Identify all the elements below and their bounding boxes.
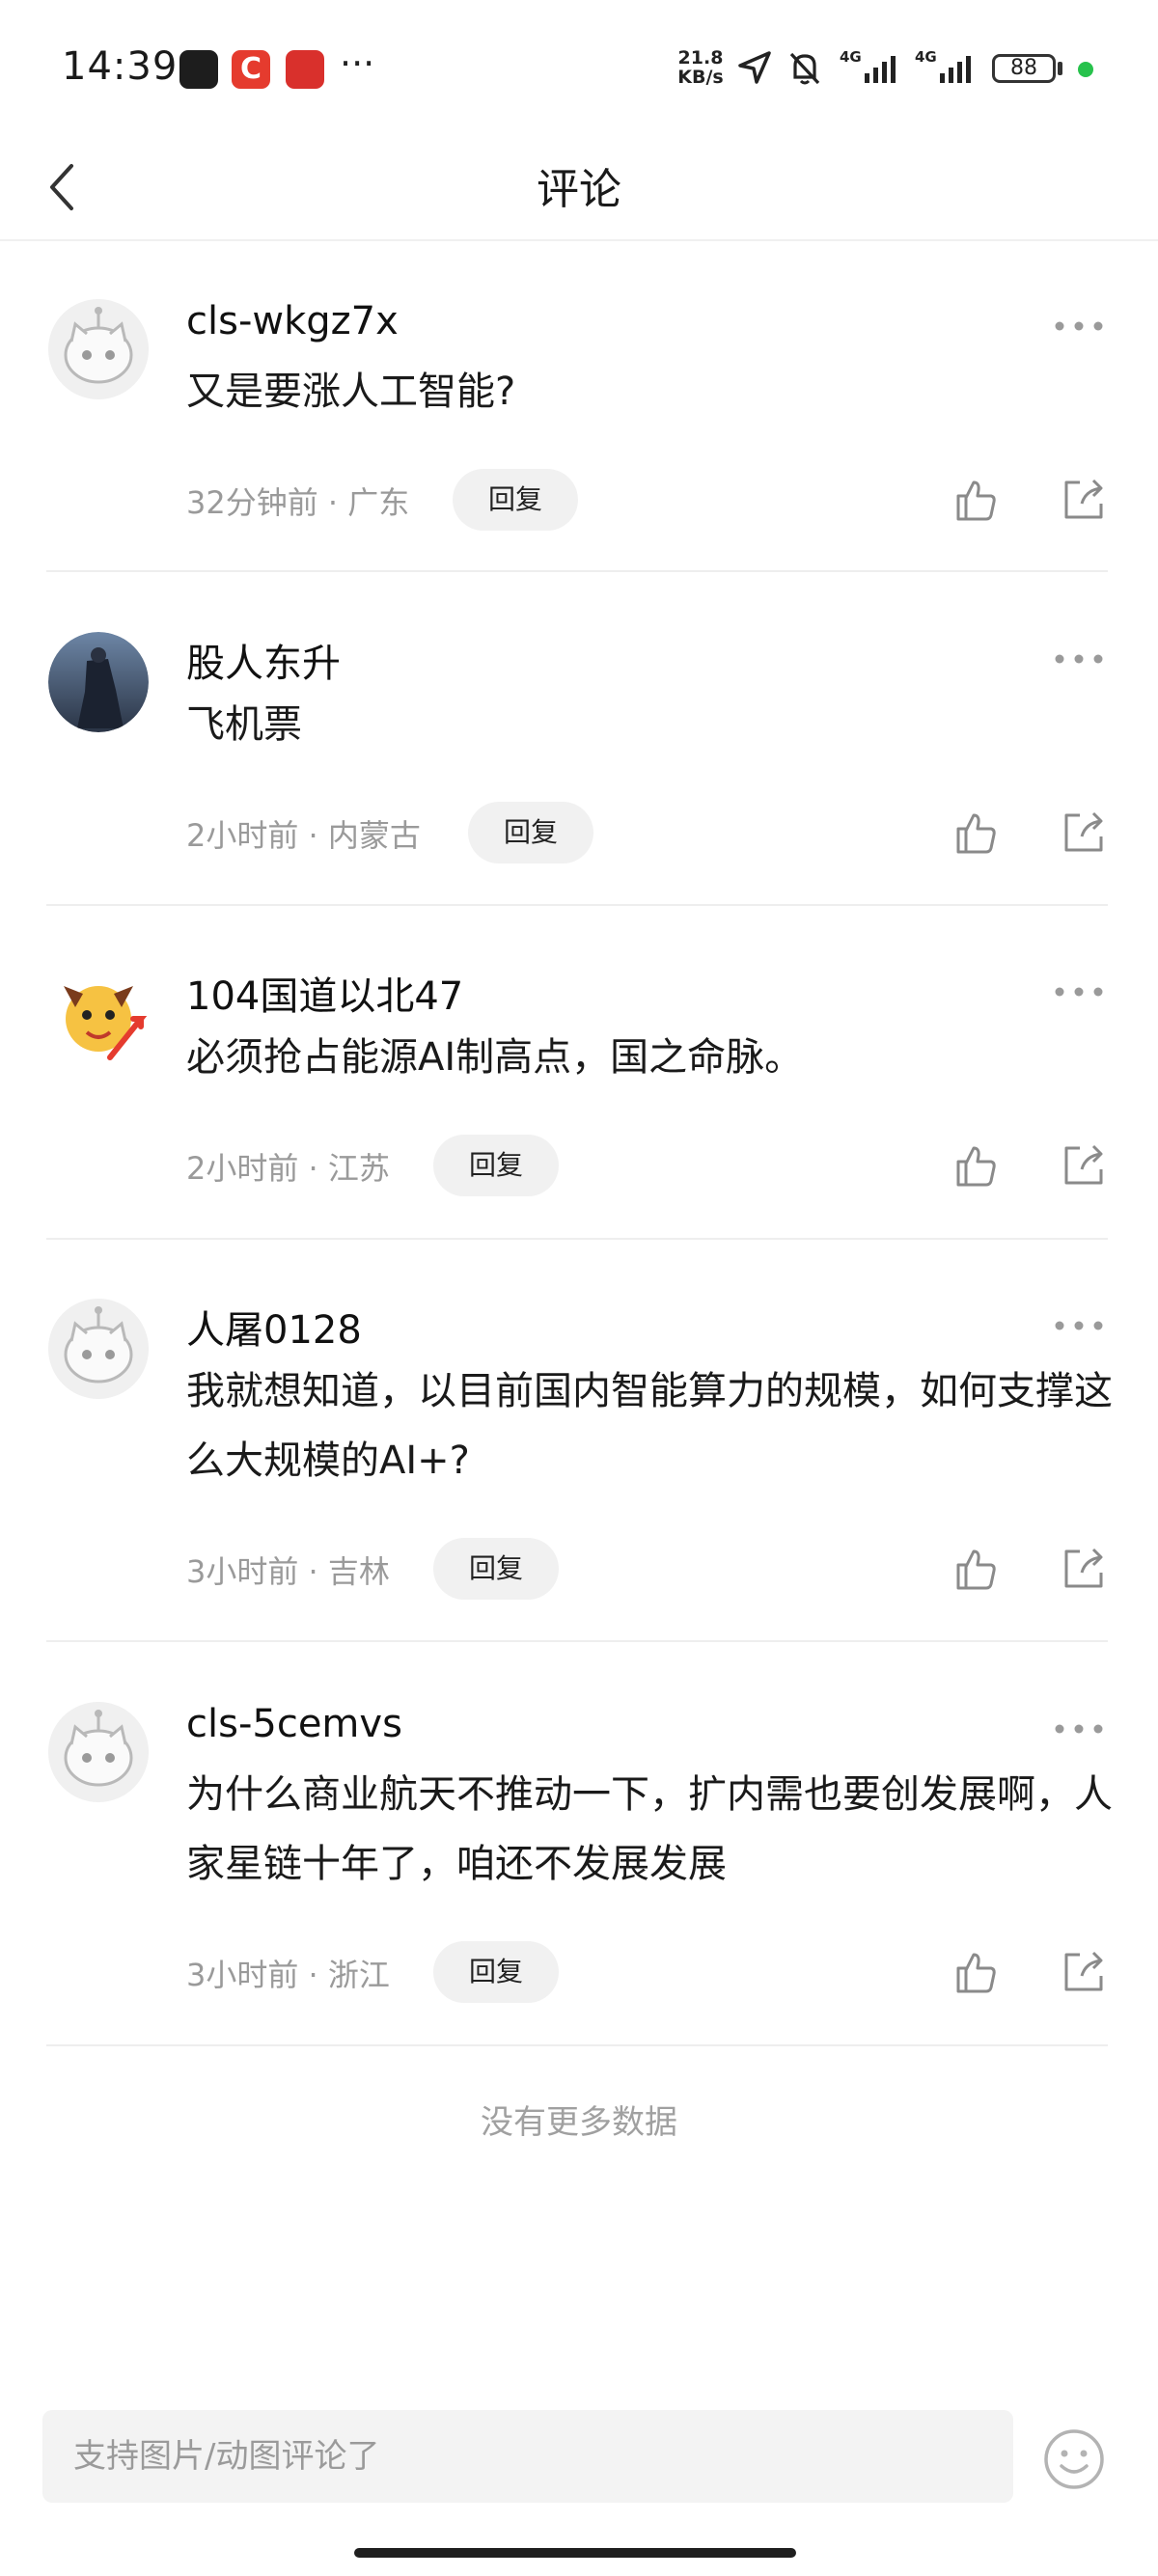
battery-tip [1058,62,1062,75]
net-speed: 21.8 KB/s [674,48,728,87]
thumbs-up-icon [956,1953,996,1993]
comment-input[interactable] [42,2410,1013,2503]
more-options-button[interactable] [1050,973,1108,1011]
more-options-button[interactable] [1050,1710,1108,1748]
no-more-data-text: 没有更多数据 [481,2103,677,2142]
avatar[interactable] [48,632,149,732]
comment-time-location: 32分钟前 · 广东 [186,484,410,521]
like-button[interactable] [951,475,1001,525]
comment-time-location: 3小时前 · 浙江 [186,1957,390,1993]
thumbs-up-icon [956,813,996,854]
signal-label-2: 4G [915,48,937,66]
like-button[interactable] [951,808,1001,858]
divider [46,1238,1108,1240]
thumbs-up-icon [956,480,996,521]
comment-text: 为什么商业航天不推动一下，扩内需也要创发展啊，人家星链十年了，咱还不发展发展 [186,1772,1113,1886]
signal-icon: 4G [840,48,896,83]
divider [46,2044,1108,2046]
stock-app-icon [286,50,324,89]
username[interactable]: cls-5cemvs [186,1702,402,1746]
share-button[interactable] [1059,1140,1109,1191]
reply-button[interactable]: 回复 [433,1538,559,1600]
username[interactable]: cls-wkgz7x [186,299,399,343]
home-indicator[interactable] [354,2548,796,2558]
recorder-app-icon [179,50,218,89]
comment-time-location: 2小时前 · 内蒙古 [186,817,421,854]
username[interactable]: 人屠0128 [186,1299,362,1355]
default-cat-avatar-icon [48,299,149,399]
battery-icon: 88 [992,54,1056,83]
avatar[interactable] [48,1702,149,1802]
net-speed-value: 21.8 [677,47,724,69]
location-arrow-icon [738,51,771,84]
reply-button[interactable]: 回复 [453,469,578,531]
comment-time-location: 3小时前 · 吉林 [186,1553,390,1590]
status-bar: 14:39 C ··· 21.8 KB/s 4G 4G 88 [0,0,1158,135]
share-button[interactable] [1059,808,1109,858]
comment-text: 飞机票 [186,702,302,747]
divider [46,904,1108,906]
more-options-button[interactable] [1050,640,1108,678]
divider [46,570,1108,572]
status-time: 14:39 [62,44,179,89]
page-title: 评论 [537,165,621,214]
comment-time-location: 2小时前 · 江苏 [186,1150,390,1187]
reply-button[interactable]: 回复 [468,802,593,863]
avatar[interactable] [48,1299,149,1399]
username[interactable]: 104国道以北47 [186,965,463,1021]
signal-label-1: 4G [840,48,862,66]
comments-screen: 14:39 C ··· 21.8 KB/s 4G 4G 88 评论 cls-wk… [0,0,1158,2576]
username[interactable]: 股人东升 [186,632,341,688]
photo-avatar-icon [48,632,149,732]
comment-text: 必须抢占能源AI制高点，国之命脉。 [186,1035,804,1080]
header-divider [0,239,1158,241]
smiley-icon [1044,2429,1104,2489]
like-button[interactable] [951,1947,1001,1997]
like-button[interactable] [951,1140,1001,1191]
cartoon-avatar-icon [64,986,148,1060]
privacy-indicator-dot [1078,62,1093,77]
divider [46,1640,1108,1642]
more-options-button[interactable] [1050,307,1108,345]
bell-off-icon [789,52,820,85]
more-options-button[interactable] [1050,1306,1108,1345]
thumbs-up-icon [956,1549,996,1590]
reply-button[interactable]: 回复 [433,1941,559,2003]
default-cat-avatar-icon [48,1299,149,1399]
c-app-icon: C [232,50,270,89]
share-button[interactable] [1059,1544,1109,1594]
like-button[interactable] [951,1544,1001,1594]
thumbs-up-icon [956,1146,996,1187]
avatar[interactable] [48,965,149,1065]
signal-icon-2: 4G [915,48,971,83]
share-button[interactable] [1059,475,1109,525]
emoji-button[interactable] [1042,2427,1106,2491]
default-cat-avatar-icon [48,1702,149,1802]
header: 评论 [0,135,1158,241]
avatar[interactable] [48,299,149,399]
status-more-icon: ··· [340,42,375,85]
net-speed-unit: KB/s [677,67,724,88]
share-button[interactable] [1059,1947,1109,1997]
comment-text: 我就想知道，以目前国内智能算力的规模，如何支撑这么大规模的AI+? [186,1369,1113,1483]
reply-button[interactable]: 回复 [433,1135,559,1196]
comment-text: 又是要涨人工智能? [186,370,516,414]
